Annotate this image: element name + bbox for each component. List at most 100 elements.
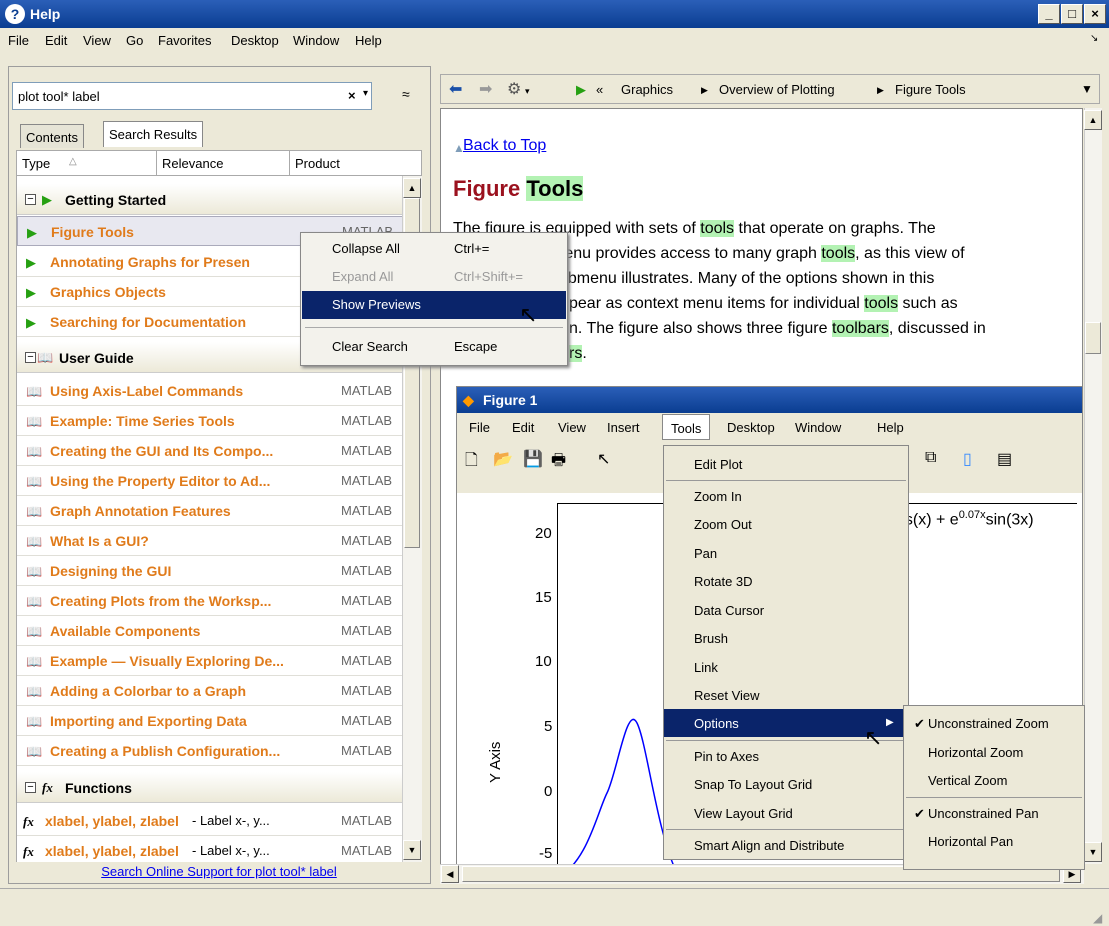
options-item: ✔ Unconstrained Pan bbox=[914, 806, 1039, 821]
user-guide-book-icon: 📖 bbox=[37, 350, 54, 365]
list-item[interactable]: fx xlabel, ylabel, zlabel - Label x-, y.… bbox=[17, 806, 402, 836]
menu-edit[interactable]: Edit bbox=[45, 33, 67, 48]
breadcrumb-dropdown-icon[interactable]: ▼ bbox=[1081, 82, 1093, 96]
breadcrumb-graphics[interactable]: Graphics bbox=[621, 82, 673, 97]
collapse-box-icon[interactable]: − bbox=[25, 782, 36, 793]
collapse-box-icon[interactable]: − bbox=[25, 194, 36, 205]
context-item-expand-all[interactable]: Expand All Ctrl+Shift+= bbox=[302, 263, 566, 291]
getting-started-icon: ▶ bbox=[27, 225, 37, 240]
menu-go[interactable]: Go bbox=[126, 33, 143, 48]
print-icon: 🖶 bbox=[551, 452, 567, 469]
search-input[interactable]: plot tool* label × ▾ bbox=[12, 82, 372, 110]
menubar-chevron-icon[interactable]: ↘ bbox=[1090, 33, 1098, 44]
user-guide-book-icon: 📖 bbox=[26, 504, 43, 519]
menu-favorites[interactable]: Favorites bbox=[158, 33, 211, 48]
y-tick-label: 5 bbox=[544, 718, 553, 735]
figure-tools-menu: Edit Plot Zoom In Zoom Out Pan Rotate 3D… bbox=[663, 445, 909, 860]
chevron-down-icon[interactable]: ▾ bbox=[525, 86, 530, 97]
list-item[interactable]: 📖 What Is a GUI? MATLAB bbox=[17, 526, 402, 556]
menubar: File Edit View Go Favorites Desktop Wind… bbox=[0, 28, 1109, 52]
column-relevance[interactable]: Relevance bbox=[162, 156, 223, 171]
list-item[interactable]: 📖 Example: Time Series Tools MATLAB bbox=[17, 406, 402, 436]
y-tick-label: 10 bbox=[535, 653, 552, 670]
context-item-clear-search[interactable]: Clear Search Escape bbox=[302, 333, 566, 361]
list-item[interactable]: 📖 Creating the GUI and Its Compo... MATLAB bbox=[17, 436, 402, 466]
list-item[interactable]: fx xlabel, ylabel, zlabel - Label x-, y.… bbox=[17, 836, 402, 862]
tab-search-results[interactable]: Search Results bbox=[103, 121, 204, 147]
content-scrollbar[interactable] bbox=[1084, 108, 1102, 864]
collapse-panel-icon[interactable]: ≈ bbox=[402, 86, 410, 102]
search-options-icon[interactable]: ▾ bbox=[363, 88, 368, 99]
breadcrumb-separator-icon: ▶ bbox=[877, 85, 884, 95]
context-item-collapse-all[interactable]: Collapse All Ctrl+= bbox=[302, 235, 566, 263]
collapse-box-icon[interactable]: − bbox=[25, 352, 36, 363]
y-tick-label: 20 bbox=[535, 525, 552, 542]
breadcrumb-overview[interactable]: Overview of Plotting bbox=[719, 82, 835, 97]
user-guide-book-icon: 📖 bbox=[26, 684, 43, 699]
resize-grip-icon[interactable]: ◢ bbox=[1093, 911, 1102, 925]
column-type[interactable]: Type bbox=[22, 156, 50, 171]
maximize-button[interactable]: □ bbox=[1061, 4, 1083, 24]
sort-ascending-icon: △ bbox=[69, 156, 77, 167]
user-guide-book-icon: 📖 bbox=[26, 714, 43, 729]
forward-arrow-icon[interactable]: ➡ bbox=[479, 79, 492, 99]
breadcrumb-figure-tools[interactable]: Figure Tools bbox=[895, 82, 966, 97]
list-item[interactable]: 📖 Adding a Colorbar to a Graph MATLAB bbox=[17, 676, 402, 706]
mouse-cursor-icon: ↖ bbox=[864, 725, 883, 750]
list-item[interactable]: 📖 Designing the GUI MATLAB bbox=[17, 556, 402, 586]
list-item[interactable]: 📖 Available Components MATLAB bbox=[17, 616, 402, 646]
y-axis-label: Y Axis bbox=[487, 741, 504, 783]
options-item: Horizontal Zoom bbox=[928, 745, 1024, 760]
back-arrow-icon[interactable]: ⬅ bbox=[449, 79, 462, 99]
menu-desktop[interactable]: Desktop bbox=[231, 33, 279, 48]
doc-paragraph-line: pear as context menu items for individua… bbox=[569, 295, 958, 312]
column-product[interactable]: Product bbox=[295, 156, 340, 171]
function-fx-icon: fx bbox=[23, 844, 34, 859]
content-scroll-thumb[interactable] bbox=[1085, 322, 1101, 354]
options-item: Horizontal Pan bbox=[928, 834, 1014, 849]
link-icon: ⧉ bbox=[925, 449, 937, 466]
menu-view[interactable]: View bbox=[83, 33, 111, 48]
doc-paragraph-line: rs. bbox=[569, 345, 587, 362]
tools-item: Rotate 3D bbox=[694, 574, 753, 589]
breadcrumb-separator-icon: ▶ bbox=[701, 85, 708, 95]
user-guide-book-icon: 📖 bbox=[26, 744, 43, 759]
open-folder-icon: 📂 bbox=[493, 451, 513, 468]
list-item[interactable]: 📖 Using the Property Editor to Ad... MATLA… bbox=[17, 466, 402, 496]
gear-icon[interactable]: ⚙ bbox=[507, 79, 521, 99]
options-item: Vertical Zoom bbox=[928, 773, 1008, 788]
new-file-icon: 🗋 bbox=[465, 452, 478, 469]
user-guide-book-icon: 📖 bbox=[26, 654, 43, 669]
list-item[interactable]: 📖 Using Axis-Label Commands MATLAB bbox=[17, 376, 402, 406]
scroll-up-button[interactable]: ▲ bbox=[403, 178, 421, 198]
group-getting-started[interactable]: − ▶ Getting Started bbox=[17, 184, 402, 215]
tools-item: Smart Align and Distribute bbox=[694, 838, 845, 853]
back-to-top-link[interactable]: Back to Top bbox=[463, 137, 546, 155]
page-title: Figure Tools bbox=[453, 176, 584, 201]
content-scroll-up-button[interactable]: ▲ bbox=[1084, 110, 1102, 130]
minimize-button[interactable]: _ bbox=[1038, 4, 1060, 24]
scroll-left-button[interactable]: ◀ bbox=[441, 865, 459, 883]
tools-item: Snap To Layout Grid bbox=[694, 777, 813, 792]
scroll-down-button[interactable]: ▼ bbox=[403, 840, 421, 860]
tools-item: Brush bbox=[694, 631, 728, 646]
list-item[interactable]: 📖 Creating a Publish Configuration... MATL… bbox=[17, 736, 402, 766]
menu-window[interactable]: Window bbox=[293, 33, 339, 48]
breadcrumb-start-icon: « bbox=[596, 82, 604, 97]
group-functions[interactable]: − fx Functions bbox=[17, 772, 402, 803]
options-submenu: ✔ Unconstrained Zoom Horizontal Zoom Vert… bbox=[903, 705, 1085, 870]
list-item[interactable]: 📖 Importing and Exporting Data MATLAB bbox=[17, 706, 402, 736]
menu-file[interactable]: File bbox=[8, 33, 29, 48]
close-button[interactable]: × bbox=[1084, 4, 1106, 24]
content-scroll-down-button[interactable]: ▼ bbox=[1084, 842, 1102, 862]
list-item[interactable]: 📖 Graph Annotation Features MATLAB bbox=[17, 496, 402, 526]
list-item[interactable]: 📖 Creating Plots from the Worksp... MATLAB bbox=[17, 586, 402, 616]
search-online-link[interactable]: Search Online Support for plot tool* lab… bbox=[16, 862, 422, 882]
y-tick-label: 15 bbox=[535, 589, 552, 606]
window-title: Help bbox=[30, 6, 61, 22]
clear-search-icon[interactable]: × bbox=[348, 88, 356, 103]
tab-contents[interactable]: Contents bbox=[20, 124, 85, 148]
user-guide-book-icon: 📖 bbox=[26, 534, 43, 549]
menu-help[interactable]: Help bbox=[355, 33, 382, 48]
list-item[interactable]: 📖 Example — Visually Exploring De... MATLA… bbox=[17, 646, 402, 676]
